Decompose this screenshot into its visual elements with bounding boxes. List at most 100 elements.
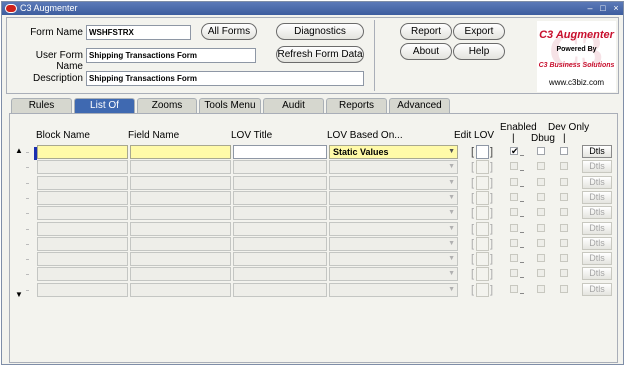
field-name-cell[interactable]: [130, 283, 231, 297]
restore-icon[interactable]: □: [598, 3, 608, 13]
lov-title-cell[interactable]: [233, 222, 327, 236]
dev-only-checkbox[interactable]: [560, 193, 568, 201]
edit-lov-button[interactable]: [476, 191, 489, 205]
report-button[interactable]: Report: [400, 23, 452, 40]
dev-only-checkbox[interactable]: [560, 208, 568, 216]
enabled-checkbox[interactable]: [510, 162, 518, 170]
all-forms-button[interactable]: All Forms: [201, 23, 257, 40]
dbug-checkbox[interactable]: [537, 239, 545, 247]
chevron-down-icon[interactable]: ▼: [448, 146, 455, 158]
close-icon[interactable]: ×: [611, 3, 621, 13]
dbug-checkbox[interactable]: [537, 285, 545, 293]
chevron-down-icon[interactable]: ▼: [448, 284, 455, 296]
lov-based-on-select[interactable]: ▼: [329, 160, 458, 174]
lov-title-cell[interactable]: [233, 176, 327, 190]
tab-list-of-values[interactable]: List Of Values: [74, 98, 135, 124]
details-button[interactable]: Dtls: [582, 145, 612, 158]
block-name-cell[interactable]: [37, 283, 128, 297]
block-name-cell[interactable]: [37, 222, 128, 236]
block-name-cell[interactable]: [37, 267, 128, 281]
lov-based-on-select[interactable]: ▼: [329, 176, 458, 190]
dbug-checkbox[interactable]: [537, 193, 545, 201]
dev-only-checkbox[interactable]: [560, 147, 568, 155]
enabled-checkbox[interactable]: [510, 285, 518, 293]
lov-based-on-select[interactable]: ▼: [329, 283, 458, 297]
details-button[interactable]: Dtls: [582, 267, 612, 280]
chevron-down-icon[interactable]: ▼: [448, 177, 455, 189]
dbug-checkbox[interactable]: [537, 147, 545, 155]
field-name-cell[interactable]: [130, 191, 231, 205]
field-name-cell[interactable]: [130, 222, 231, 236]
lov-title-cell[interactable]: [233, 237, 327, 251]
edit-lov-button[interactable]: [476, 206, 489, 220]
chevron-down-icon[interactable]: ▼: [448, 192, 455, 204]
lov-based-on-select[interactable]: ▼: [329, 191, 458, 205]
edit-lov-button[interactable]: [476, 222, 489, 236]
lov-title-cell[interactable]: [233, 206, 327, 220]
chevron-down-icon[interactable]: ▼: [448, 207, 455, 219]
block-name-cell[interactable]: [37, 237, 128, 251]
refresh-form-data-button[interactable]: Refresh Form Data: [276, 46, 364, 63]
dbug-checkbox[interactable]: [537, 178, 545, 186]
details-button[interactable]: Dtls: [582, 191, 612, 204]
edit-lov-button[interactable]: [476, 267, 489, 281]
block-name-cell[interactable]: [37, 145, 128, 159]
details-button[interactable]: Dtls: [582, 237, 612, 250]
enabled-checkbox[interactable]: [510, 208, 518, 216]
field-name-cell[interactable]: [130, 176, 231, 190]
help-button[interactable]: Help: [453, 43, 505, 60]
edit-lov-button[interactable]: [476, 160, 489, 174]
dbug-checkbox[interactable]: [537, 162, 545, 170]
description-field[interactable]: Shipping Transactions Form: [86, 71, 364, 86]
minimize-icon[interactable]: –: [585, 3, 595, 13]
lov-title-cell[interactable]: [233, 160, 327, 174]
diagnostics-button[interactable]: Diagnostics: [276, 23, 364, 40]
dev-only-checkbox[interactable]: [560, 224, 568, 232]
tab-rules[interactable]: Rules: [11, 98, 72, 113]
lov-title-cell[interactable]: [233, 252, 327, 266]
lov-title-cell[interactable]: [233, 145, 327, 159]
dbug-checkbox[interactable]: [537, 208, 545, 216]
dev-only-checkbox[interactable]: [560, 162, 568, 170]
tab-reports[interactable]: Reports: [326, 98, 387, 113]
dev-only-checkbox[interactable]: [560, 269, 568, 277]
edit-lov-button[interactable]: [476, 145, 489, 159]
enabled-checkbox[interactable]: [510, 239, 518, 247]
lov-based-on-select[interactable]: ▼: [329, 222, 458, 236]
block-name-cell[interactable]: [37, 160, 128, 174]
chevron-down-icon[interactable]: ▼: [448, 223, 455, 235]
block-name-cell[interactable]: [37, 206, 128, 220]
block-name-cell[interactable]: [37, 252, 128, 266]
dbug-checkbox[interactable]: [537, 254, 545, 262]
scroll-down-icon[interactable]: ▼: [15, 291, 23, 299]
lov-based-on-select[interactable]: ▼: [329, 267, 458, 281]
details-button[interactable]: Dtls: [582, 252, 612, 265]
chevron-down-icon[interactable]: ▼: [448, 161, 455, 173]
lov-title-cell[interactable]: [233, 267, 327, 281]
lov-title-cell[interactable]: [233, 283, 327, 297]
chevron-down-icon[interactable]: ▼: [448, 268, 455, 280]
field-name-cell[interactable]: [130, 237, 231, 251]
block-name-cell[interactable]: [37, 176, 128, 190]
edit-lov-button[interactable]: [476, 283, 489, 297]
field-name-cell[interactable]: [130, 267, 231, 281]
details-button[interactable]: Dtls: [582, 160, 612, 173]
field-name-cell[interactable]: [130, 252, 231, 266]
details-button[interactable]: Dtls: [582, 283, 612, 296]
edit-lov-button[interactable]: [476, 176, 489, 190]
dev-only-checkbox[interactable]: [560, 285, 568, 293]
lov-based-on-select[interactable]: ▼: [329, 237, 458, 251]
block-name-cell[interactable]: [37, 191, 128, 205]
tab-audit[interactable]: Audit: [263, 98, 324, 113]
tab-zooms[interactable]: Zooms: [137, 98, 197, 113]
export-button[interactable]: Export: [453, 23, 505, 40]
field-name-cell[interactable]: [130, 145, 231, 159]
chevron-down-icon[interactable]: ▼: [448, 253, 455, 265]
user-form-name-field[interactable]: Shipping Transactions Form: [86, 48, 256, 63]
about-button[interactable]: About: [400, 43, 452, 60]
lov-based-on-select[interactable]: Static Values ▼: [329, 145, 458, 159]
scroll-up-icon[interactable]: ▲: [15, 147, 23, 155]
edit-lov-button[interactable]: [476, 237, 489, 251]
details-button[interactable]: Dtls: [582, 176, 612, 189]
enabled-checkbox[interactable]: [510, 269, 518, 277]
